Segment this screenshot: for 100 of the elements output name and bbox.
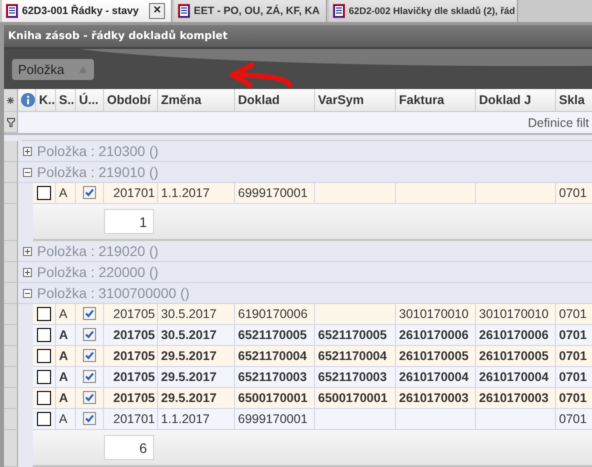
group-by-button[interactable]: Položka xyxy=(12,58,94,80)
table-cell: 1.1.2017 xyxy=(158,183,235,204)
table-cell: A xyxy=(56,409,76,430)
checkbox[interactable] xyxy=(37,412,51,426)
table-cell: 201705 xyxy=(104,304,158,325)
column-header[interactable]: Doklad xyxy=(235,89,315,111)
table-cell: 30.5.2017 xyxy=(158,325,235,346)
column-header[interactable]: Faktura xyxy=(396,89,476,111)
table-cell: 0701 xyxy=(556,367,592,388)
checkbox[interactable] xyxy=(82,307,96,321)
table-cell: 6521170003 xyxy=(315,367,396,388)
checkbox[interactable] xyxy=(82,391,96,405)
table-cell: 0701 xyxy=(556,346,592,367)
table-cell: 2610170006 xyxy=(396,325,476,346)
column-header[interactable]: K.. xyxy=(36,89,56,111)
table-cell: A xyxy=(56,325,76,346)
table-cell: 6521170003 xyxy=(235,367,315,388)
checkbox[interactable] xyxy=(37,307,51,321)
table-cell: 201701 xyxy=(104,183,158,204)
table-cell: 29.5.2017 xyxy=(158,388,235,409)
table-cell: 1.1.2017 xyxy=(158,409,235,430)
asterisk-icon xyxy=(7,96,14,104)
table-cell: 0701 xyxy=(556,304,592,325)
table-cell: 3010170010 xyxy=(396,304,476,325)
row-header xyxy=(4,346,18,367)
checkbox[interactable] xyxy=(82,328,96,342)
table-cell: 201705 xyxy=(104,325,158,346)
row-header xyxy=(4,162,18,183)
expand-icon[interactable] xyxy=(23,246,32,256)
row-header xyxy=(4,283,18,304)
collapse-icon[interactable] xyxy=(23,288,32,298)
collapse-icon[interactable] xyxy=(23,168,32,176)
expand-icon[interactable] xyxy=(23,268,32,276)
table-cell: 6999170001 xyxy=(235,409,315,430)
table-cell: 3010170010 xyxy=(476,304,556,325)
table-cell: 6999170001 xyxy=(235,183,315,204)
tab[interactable]: 62D2-002 Hlavičky dle skladů (2), řád xyxy=(328,0,518,22)
checkbox[interactable] xyxy=(82,349,96,363)
row-header xyxy=(4,325,18,346)
filter-field[interactable]: Definice filt xyxy=(18,112,592,133)
table-cell: 29.5.2017 xyxy=(158,346,235,367)
checkbox[interactable] xyxy=(37,391,51,405)
column-header[interactable]: Období xyxy=(104,89,158,111)
table-cell: 2610170004 xyxy=(476,367,556,388)
table-cell: 2610170005 xyxy=(396,346,476,367)
expand-icon[interactable] xyxy=(23,146,32,156)
table-cell: 2610170005 xyxy=(476,346,556,367)
table-cell: 0701 xyxy=(556,325,592,346)
annotation-arrow xyxy=(228,62,294,89)
row-header xyxy=(4,262,18,283)
checkbox[interactable] xyxy=(37,186,51,200)
table-cell: 6500170001 xyxy=(235,388,315,409)
table-cell: 201705 xyxy=(104,346,158,367)
filter-icon xyxy=(6,118,14,126)
tab[interactable]: EET - PO, OU, ZÁ, KF, KA xyxy=(174,0,327,22)
table-cell: 30.5.2017 xyxy=(158,304,235,325)
checkbox[interactable] xyxy=(82,412,96,426)
document-icon xyxy=(178,4,190,18)
row-header xyxy=(4,141,18,162)
info-icon xyxy=(21,92,35,108)
table-cell: 2610170003 xyxy=(476,388,556,409)
table-cell: A xyxy=(56,388,76,409)
count-cell: 6 xyxy=(104,435,154,460)
table-cell: 29.5.2017 xyxy=(158,367,235,388)
table-cell: 2610170003 xyxy=(396,388,476,409)
column-header[interactable]: Změna xyxy=(158,89,235,111)
row-header xyxy=(4,304,18,325)
checkbox[interactable] xyxy=(82,370,96,384)
count-cell: 1 xyxy=(104,209,154,234)
column-header[interactable]: S.. xyxy=(56,89,76,111)
checkbox[interactable] xyxy=(82,186,96,200)
column-header[interactable]: Doklad J xyxy=(476,89,556,111)
table-cell: 0701 xyxy=(556,183,592,204)
row-header xyxy=(4,388,18,409)
table-cell: 6521170005 xyxy=(235,325,315,346)
table-cell: 0701 xyxy=(556,409,592,430)
close-button[interactable]: ✕ xyxy=(148,3,165,19)
table-cell: 6500170001 xyxy=(315,388,396,409)
checkbox[interactable] xyxy=(37,328,51,342)
table-cell: A xyxy=(56,346,76,367)
table-cell: 2610170004 xyxy=(396,367,476,388)
table-cell: A xyxy=(56,183,76,204)
table-cell: 6190170006 xyxy=(235,304,315,325)
table-cell: 201701 xyxy=(104,409,158,430)
column-header[interactable]: Skla xyxy=(556,89,592,111)
checkbox[interactable] xyxy=(37,370,51,384)
table-cell: 2610170006 xyxy=(476,325,556,346)
column-header[interactable]: Ú... xyxy=(76,89,104,111)
document-icon xyxy=(332,4,345,18)
table-cell: 0701 xyxy=(556,388,592,409)
table-cell: 6521170004 xyxy=(315,346,396,367)
table-cell: 6521170004 xyxy=(235,346,315,367)
row-header xyxy=(4,367,18,388)
column-header[interactable]: VarSym xyxy=(315,89,396,111)
checkbox[interactable] xyxy=(37,349,51,363)
table-cell: A xyxy=(56,304,76,325)
table-cell: 201705 xyxy=(104,367,158,388)
table-cell: A xyxy=(56,367,76,388)
tab[interactable]: 62D3-001 Řádky - stavy ✕ xyxy=(2,0,172,22)
table-cell: 6521170005 xyxy=(315,325,396,346)
